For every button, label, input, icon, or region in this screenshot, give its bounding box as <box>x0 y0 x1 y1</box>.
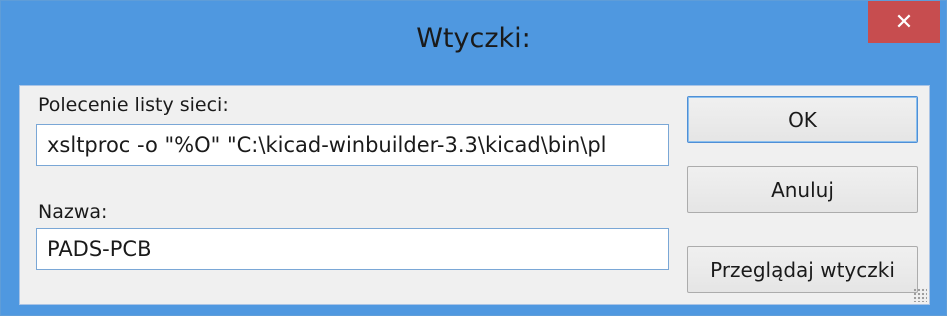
name-label: Nazwa: <box>38 201 108 223</box>
title-bar[interactable]: Wtyczki: ✕ <box>1 1 946 85</box>
browse-plugins-button[interactable]: Przeglądaj wtyczki <box>687 246 918 293</box>
window-title: Wtyczki: <box>416 23 531 54</box>
name-input[interactable]: PADS-PCB <box>36 228 669 270</box>
close-icon: ✕ <box>894 9 914 35</box>
close-button[interactable]: ✕ <box>868 1 940 43</box>
dialog-window: Wtyczki: ✕ Polecenie listy sieci: xsltpr… <box>0 0 947 316</box>
ok-button[interactable]: OK <box>687 96 918 143</box>
cancel-button[interactable]: Anuluj <box>687 166 918 213</box>
netlist-command-input[interactable]: xsltproc -o "%O" "C:\kicad-winbuilder-3.… <box>36 124 669 166</box>
resize-grip-icon[interactable] <box>913 288 927 302</box>
dialog-body: Polecenie listy sieci: xsltproc -o "%O" … <box>19 85 930 305</box>
command-label: Polecenie listy sieci: <box>38 94 229 116</box>
